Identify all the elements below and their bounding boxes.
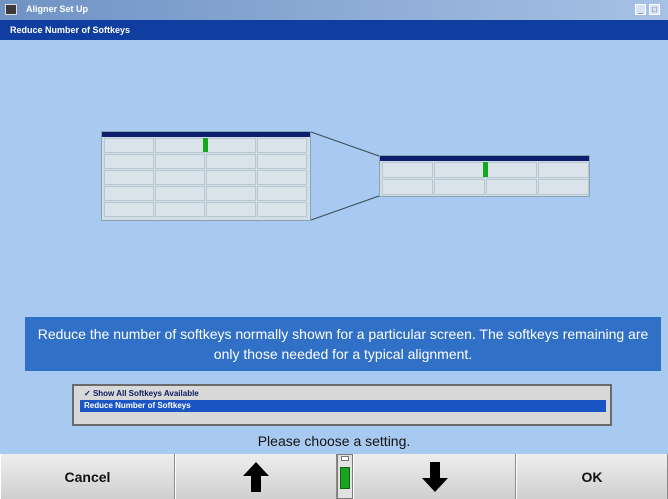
ok-button[interactable]: OK	[516, 454, 668, 499]
scroll-cap	[341, 456, 349, 461]
cancel-button[interactable]: Cancel	[0, 454, 175, 499]
option-reduce-softkeys[interactable]: Reduce Number of Softkeys	[80, 400, 606, 412]
scroll-down-button[interactable]	[353, 454, 516, 499]
checkmark-icon: ✓	[84, 389, 91, 398]
option-label: Show All Softkeys Available	[92, 389, 199, 398]
arrow-down-icon	[421, 461, 448, 492]
option-label: Reduce Number of Softkeys	[84, 401, 191, 410]
scroll-up-button[interactable]	[175, 454, 337, 499]
list-scroll-indicator	[337, 454, 353, 499]
prompt-text: Please choose a setting.	[257, 433, 411, 449]
arrow-up-icon	[243, 461, 269, 492]
info-description: Reduce the number of softkeys normally s…	[25, 317, 661, 371]
setting-listbox[interactable]: ✓ Show All Softkeys Available Reduce Num…	[72, 384, 612, 426]
option-show-all-softkeys[interactable]: ✓ Show All Softkeys Available	[80, 388, 606, 400]
scroll-thumb	[340, 467, 350, 489]
softkey-bar: Cancel OK	[0, 454, 668, 499]
